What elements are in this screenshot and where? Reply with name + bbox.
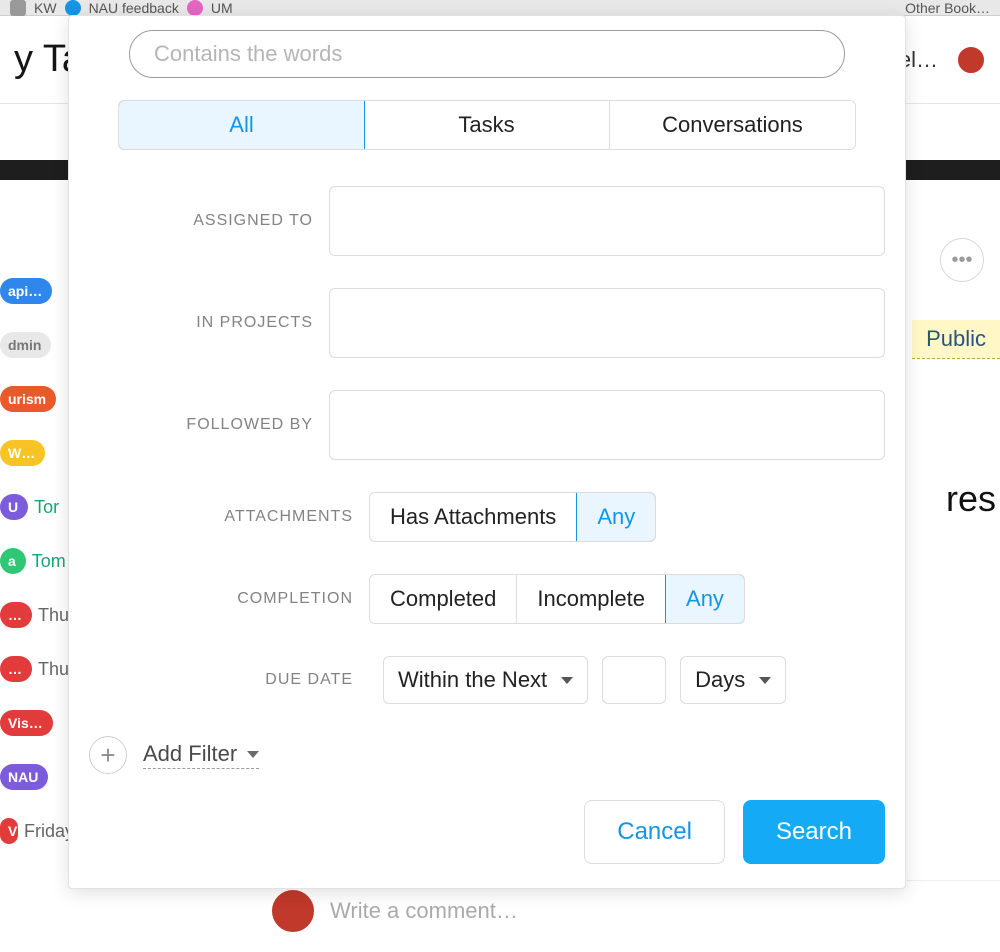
project-tag: NAU: [0, 764, 48, 790]
bookmark-item: NAU feedback: [89, 0, 179, 16]
task-meta: Thu: [38, 605, 69, 626]
project-tag: …: [0, 602, 32, 628]
project-tag: U: [0, 494, 28, 520]
task-tag-list: api… dmin urism W… U Tor a Tom … Thu … Thu Vis… NAU Vi…: [0, 278, 70, 844]
task-row[interactable]: api…: [0, 278, 70, 304]
tab-conversations[interactable]: Conversations: [610, 101, 855, 149]
assigned-to-input[interactable]: [329, 186, 885, 256]
task-row[interactable]: urism: [0, 386, 70, 412]
option-completed[interactable]: Completed: [370, 575, 517, 623]
filter-followed-by: FOLLOWED BY: [89, 390, 885, 460]
project-tag: Vis…: [0, 818, 18, 844]
bookmark-item: KW: [34, 0, 57, 16]
chevron-down-icon: [561, 677, 573, 684]
add-filter-row: + Add Filter: [89, 736, 885, 774]
bookmark-item: UM: [211, 0, 233, 16]
task-row[interactable]: NAU: [0, 764, 70, 790]
add-filter-label-text: Add Filter: [143, 741, 237, 767]
chevron-down-icon: [759, 677, 771, 684]
content-heading-fragment: res: [946, 478, 1000, 520]
project-tag: a: [0, 548, 26, 574]
public-badge[interactable]: Public: [912, 320, 1000, 359]
option-any[interactable]: Any: [665, 574, 745, 624]
bookmark-icon: [187, 0, 203, 16]
add-filter-dropdown[interactable]: Add Filter: [143, 741, 259, 769]
due-date-unit-select[interactable]: Days: [680, 656, 786, 704]
task-row[interactable]: a Tom: [0, 548, 70, 574]
filter-in-projects: IN PROJECTS: [89, 288, 885, 358]
filter-label: COMPLETION: [89, 590, 369, 608]
filter-assigned-to: ASSIGNED TO: [89, 186, 885, 256]
project-tag: Vis…: [0, 710, 53, 736]
cancel-button[interactable]: Cancel: [584, 800, 725, 864]
project-tag: api…: [0, 278, 52, 304]
task-row[interactable]: … Thu: [0, 602, 70, 628]
filter-label: ATTACHMENTS: [89, 508, 369, 526]
project-tag: dmin: [0, 332, 51, 358]
task-meta: Friday: [24, 821, 74, 842]
comment-composer[interactable]: Write a comment…: [200, 880, 1000, 940]
task-row[interactable]: U Tor: [0, 494, 70, 520]
chevron-down-icon: [247, 751, 259, 758]
avatar[interactable]: [956, 45, 986, 75]
avatar: [270, 888, 316, 934]
due-date-number-input[interactable]: [602, 656, 666, 704]
project-tag: …: [0, 656, 32, 682]
task-meta: Tor: [34, 497, 59, 518]
add-filter-button[interactable]: +: [89, 736, 127, 774]
option-has-attachments[interactable]: Has Attachments: [370, 493, 577, 541]
due-date-range-select[interactable]: Within the Next: [383, 656, 588, 704]
attachments-options: Has Attachments Any: [369, 492, 656, 542]
task-row[interactable]: Vis…: [0, 710, 70, 736]
filter-label: DUE DATE: [89, 671, 369, 689]
filter-label: IN PROJECTS: [89, 314, 329, 332]
project-tag: W…: [0, 440, 45, 466]
advanced-search-panel: All Tasks Conversations ASSIGNED TO IN P…: [68, 15, 906, 889]
task-meta: Tom: [32, 551, 66, 572]
search-input[interactable]: [129, 30, 845, 78]
tab-tasks[interactable]: Tasks: [364, 101, 610, 149]
select-value: Within the Next: [398, 667, 547, 693]
option-any[interactable]: Any: [576, 492, 656, 542]
bookmark-icon: [10, 0, 26, 16]
filter-label: ASSIGNED TO: [89, 212, 329, 230]
followed-by-input[interactable]: [329, 390, 885, 460]
project-tag: urism: [0, 386, 56, 412]
filter-label: FOLLOWED BY: [89, 416, 329, 434]
in-projects-input[interactable]: [329, 288, 885, 358]
comment-placeholder: Write a comment…: [330, 898, 518, 924]
task-meta: Thu: [38, 659, 69, 680]
option-incomplete[interactable]: Incomplete: [517, 575, 666, 623]
plus-icon: +: [100, 740, 115, 771]
bookmark-icon: [65, 0, 81, 16]
completion-options: Completed Incomplete Any: [369, 574, 745, 624]
filter-due-date: DUE DATE Within the Next Days: [89, 656, 885, 704]
more-icon: •••: [951, 249, 972, 272]
bookmark-folder: Other Book…: [905, 0, 990, 16]
task-row[interactable]: Vis…Friday: [0, 818, 70, 844]
task-row[interactable]: … Thu: [0, 656, 70, 682]
panel-footer: Cancel Search: [89, 800, 885, 864]
scope-tabs: All Tasks Conversations: [118, 100, 856, 150]
task-row[interactable]: dmin: [0, 332, 70, 358]
tab-all[interactable]: All: [118, 100, 365, 150]
more-actions-button[interactable]: •••: [940, 238, 984, 282]
task-row[interactable]: W…: [0, 440, 70, 466]
filter-completion: COMPLETION Completed Incomplete Any: [89, 574, 885, 624]
browser-bookmark-bar: KW NAU feedback UM Other Book…: [0, 0, 1000, 16]
search-button[interactable]: Search: [743, 800, 885, 864]
filter-attachments: ATTACHMENTS Has Attachments Any: [89, 492, 885, 542]
select-value: Days: [695, 667, 745, 693]
